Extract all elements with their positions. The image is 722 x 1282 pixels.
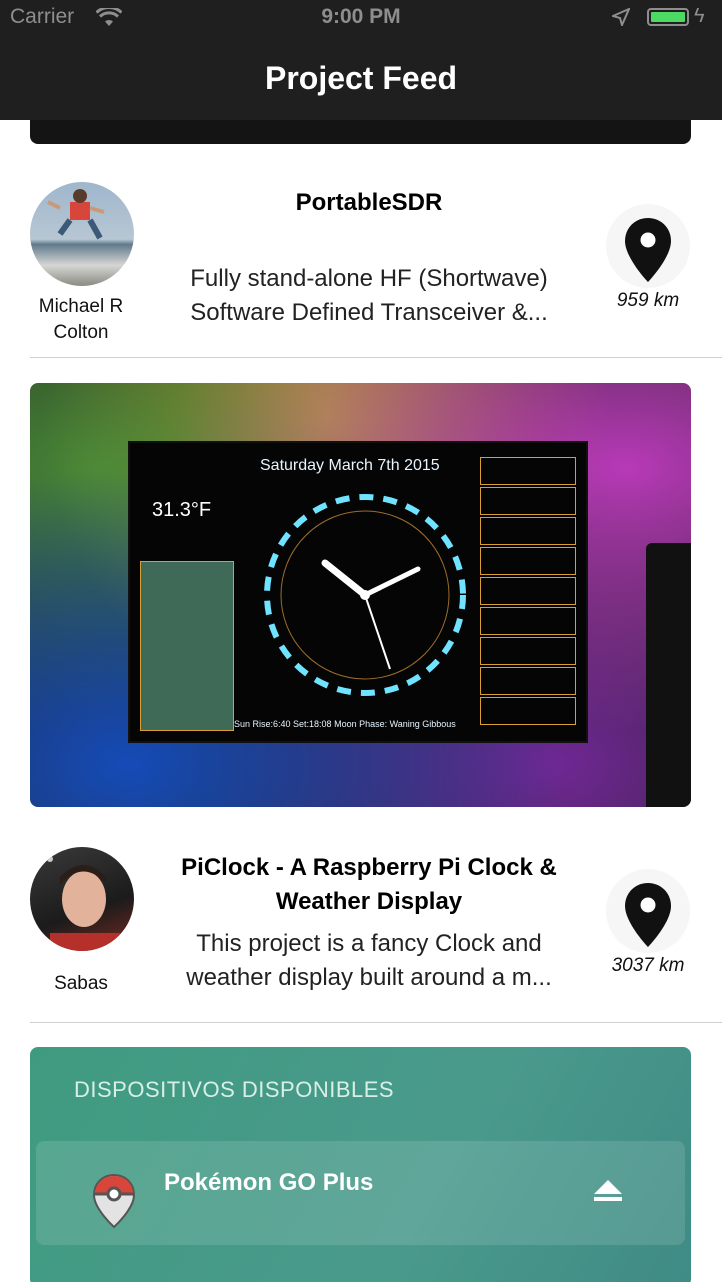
distance-label: 3037 km <box>611 955 685 976</box>
forecast-box <box>480 607 576 635</box>
pokeball-pin-icon <box>92 1173 136 1234</box>
forecast-box <box>480 487 576 515</box>
clock-face-icon <box>264 494 466 696</box>
devices-header: DISPOSITIVOS DISPONIBLES <box>74 1077 395 1102</box>
sun-moon-info: Sun Rise:6:40 Set:18:08 Moon Phase: Wani… <box>234 719 456 729</box>
eject-icon <box>593 1179 623 1208</box>
author-name: Sabas <box>54 973 108 994</box>
project-title[interactable]: PiClock - A Raspberry Pi Clock & Weather… <box>160 851 578 919</box>
clock-temperature: 31.3°F <box>152 499 212 521</box>
location-pin-icon[interactable] <box>606 869 690 953</box>
charging-icon: ϟ <box>694 5 705 27</box>
project-image-pokemon[interactable]: DISPOSITIVOS DISPONIBLES Pokémon GO Plus <box>30 1047 691 1282</box>
forecast-box <box>480 457 576 485</box>
forecast-box <box>480 547 576 575</box>
project-description: Fully stand-alone HF (Shortwave) Softwar… <box>190 265 548 326</box>
map-thumbnail <box>140 561 234 731</box>
device-name: Pokémon GO Plus <box>164 1169 374 1196</box>
forecast-box <box>480 517 576 545</box>
project-row[interactable]: Michael R Colton PortableSDR Fully stand… <box>0 180 722 358</box>
project-description: This project is a fancy Clock and weathe… <box>186 930 552 991</box>
device-row: Pokémon GO Plus <box>36 1141 685 1245</box>
forecast-box <box>480 697 576 725</box>
forecast-box <box>480 667 576 695</box>
page-title: Project Feed <box>264 60 458 96</box>
project-title[interactable]: PortableSDR <box>160 186 578 220</box>
divider <box>30 1022 722 1023</box>
status-bar: Carrier 9:00 PM ϟ <box>0 0 722 36</box>
divider <box>30 357 722 358</box>
forecast-box <box>480 637 576 665</box>
forecast-box <box>480 577 576 605</box>
navigation-bar: Carrier 9:00 PM ϟ Project Feed <box>0 0 722 120</box>
avatar[interactable] <box>30 847 134 951</box>
location-arrow-icon <box>610 7 631 32</box>
clock-display-screen: Saturday March 7th 2015 31.3°F Sun Rise:… <box>128 441 588 743</box>
image-decoration <box>646 543 691 807</box>
location-pin-icon[interactable] <box>606 204 690 288</box>
battery-icon <box>647 8 689 26</box>
avatar[interactable] <box>30 182 134 286</box>
distance-label: 959 km <box>616 290 680 311</box>
author-name: Michael R Colton <box>38 296 124 343</box>
project-image-piclock[interactable]: Saturday March 7th 2015 31.3°F Sun Rise:… <box>30 383 691 807</box>
project-row[interactable]: Sabas PiClock - A Raspberry Pi Clock & W… <box>0 845 722 1023</box>
